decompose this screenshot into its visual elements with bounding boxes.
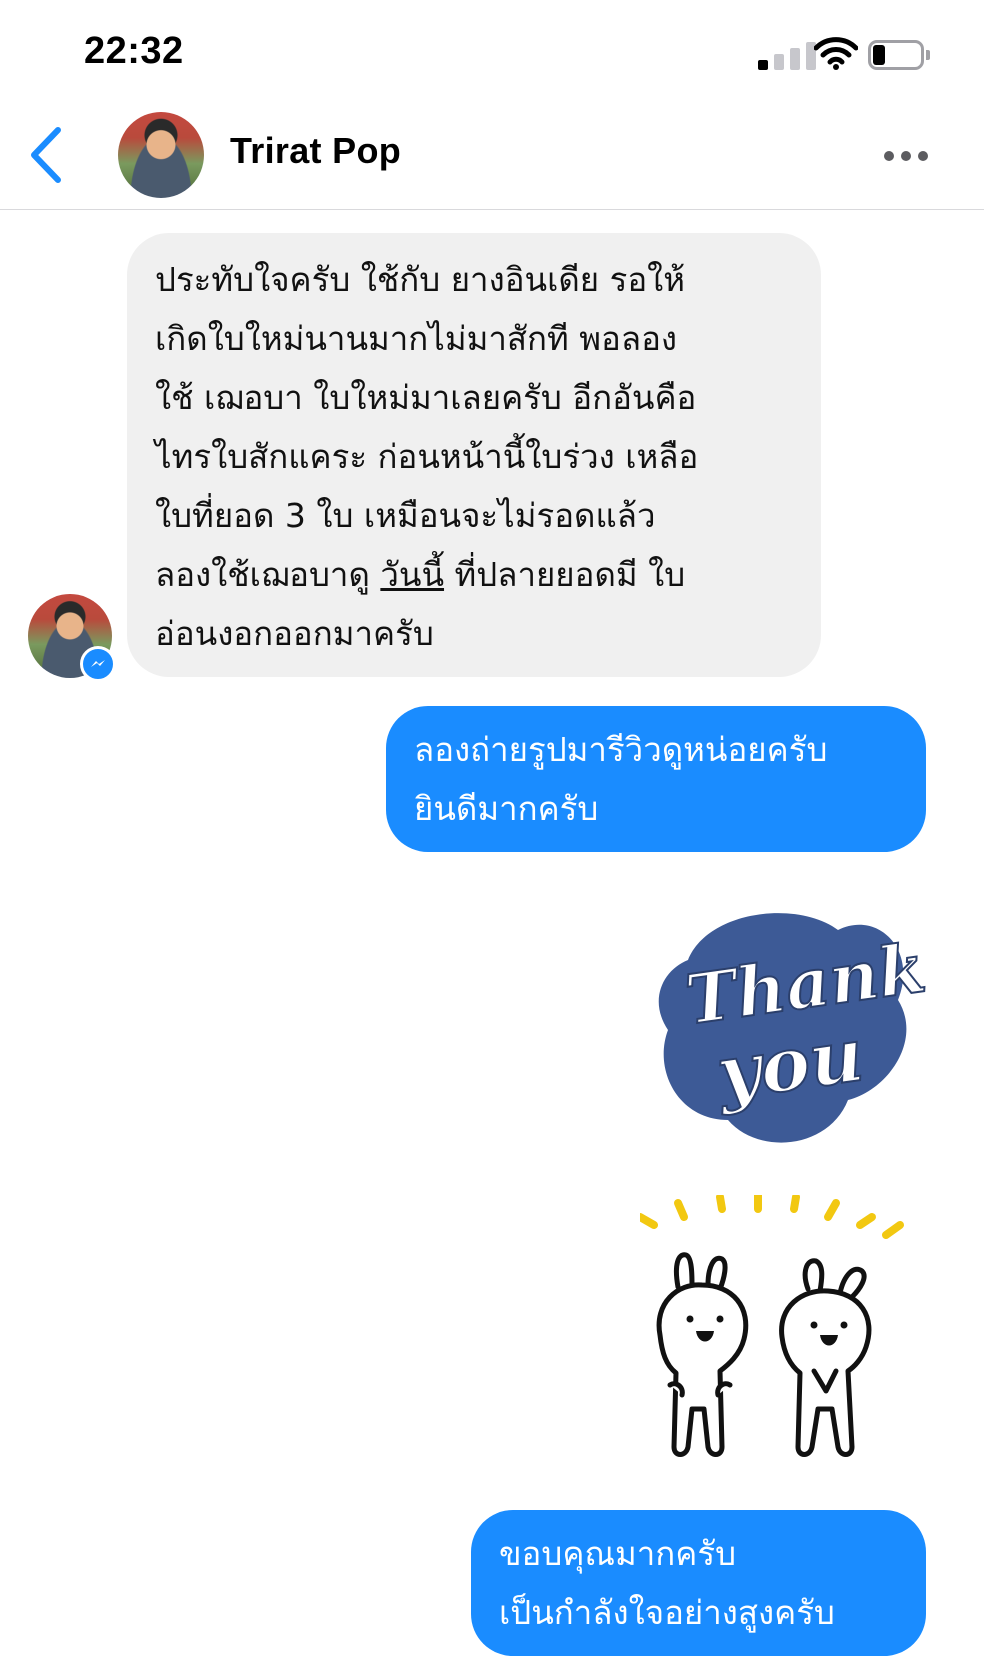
date-link[interactable]: วันนี้	[380, 555, 444, 594]
message-line: เกิดใบใหม่นานมากไม่มาสักที พอลอง	[155, 319, 678, 358]
cellular-signal-icon	[758, 40, 820, 70]
back-button[interactable]	[22, 122, 72, 188]
incoming-message-bubble[interactable]: ประทับใจครับ ใช้กับ ยางอินเดีย รอให้ เกิ…	[127, 233, 821, 677]
battery-icon	[868, 40, 930, 70]
thank-you-sticker[interactable]: Thank you	[648, 890, 926, 1160]
messenger-badge-icon	[80, 646, 116, 682]
message-line: ใบที่ยอด 3 ใบ เหมือนจะไม่รอดแล้ว	[155, 496, 656, 535]
outgoing-message-bubble[interactable]: ขอบคุณมากครับ เป็นกำลังใจอย่างสูงครับ	[471, 1510, 926, 1656]
message-line: ลองใช้เฌอบาดู	[155, 555, 381, 594]
contact-name[interactable]: Trirat Pop	[230, 130, 401, 172]
contact-avatar[interactable]	[118, 112, 204, 198]
wifi-icon	[814, 37, 858, 70]
outgoing-message-bubble[interactable]: ลองถ่ายรูปมารีวิวดูหน่อยครับ ยินดีมากครั…	[386, 706, 926, 852]
message-line: ลองถ่ายรูปมารีวิวดูหน่อยครับ	[414, 730, 828, 769]
rabbits-sticker[interactable]	[640, 1195, 920, 1475]
message-line: ใช้ เฌอบา ใบใหม่มาเลยครับ อีกอันคือ	[155, 378, 697, 417]
message-line: เป็นกำลังใจอย่างสูงครับ	[499, 1593, 835, 1632]
chat-header: Trirat Pop	[0, 100, 984, 210]
more-options-button[interactable]	[884, 142, 928, 168]
message-line: อ่อนงอกออกมาครับ	[155, 614, 434, 653]
message-line: ประทับใจครับ ใช้กับ ยางอินเดีย รอให้	[155, 260, 686, 299]
status-time: 22:32	[84, 30, 184, 72]
message-line: ขอบคุณมากครับ	[499, 1534, 737, 1573]
status-bar: 22:32	[0, 0, 984, 100]
message-line: ยินดีมากครับ	[414, 789, 599, 828]
chat-screen: 22:32 Trirat Pop ประทับใจครับ ใช้กับ ยาง…	[0, 0, 984, 1664]
message-line: ที่ปลายยอดมี ใบ	[444, 555, 686, 594]
message-line: ไทรใบสักแคระ ก่อนหน้านี้ใบร่วง เหลือ	[155, 437, 699, 476]
